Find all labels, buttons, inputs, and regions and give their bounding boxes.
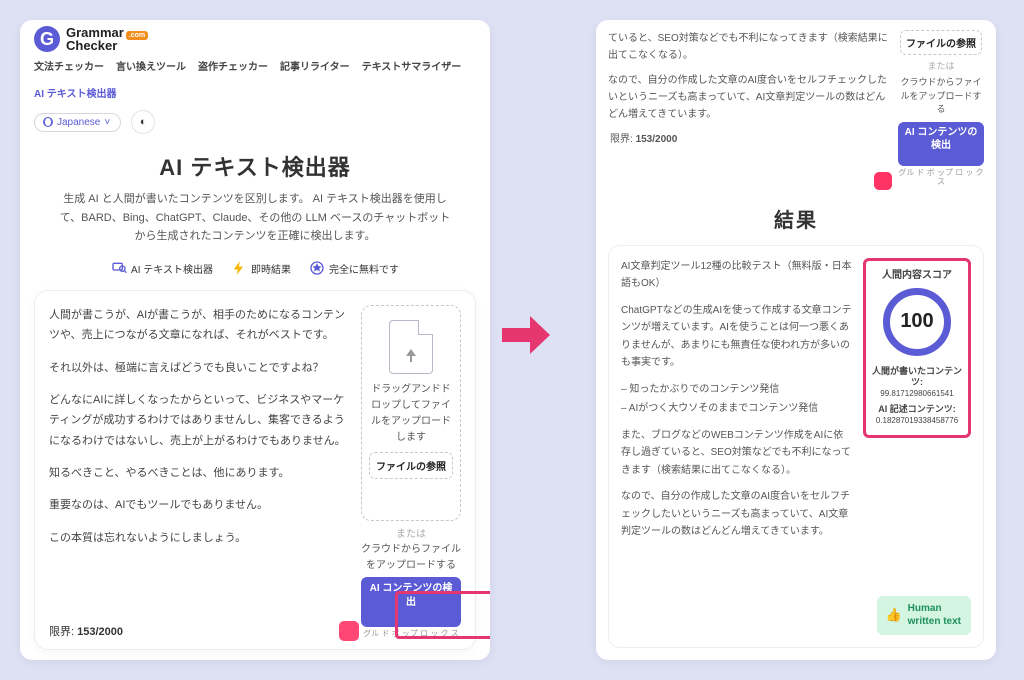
top-panel-continued: ていると、SEO対策などでも不利になってきます（検索結果に出てこなくなる）。 な…	[596, 20, 996, 192]
features: AI テキスト検出器 即時結果 完全に無料です	[20, 250, 490, 282]
detect-button[interactable]: AI コンテンツの検出	[898, 122, 984, 166]
nav-item[interactable]: 文法チェッカー	[34, 58, 104, 73]
or-label: または	[396, 525, 426, 540]
logo-icon: G	[34, 26, 60, 52]
feature-item: AI テキスト検出器	[111, 260, 213, 276]
language-label: Japanese	[57, 117, 100, 128]
upload-column: ファイルの参照 または クラウドからファイルをアップロードする AI コンテンツ…	[898, 30, 984, 187]
text-input-area[interactable]: 人間が書こうが、AIが書こうが、相手のためになるコンテンツや、売上につながる文章…	[49, 305, 349, 639]
nav-item[interactable]: 言い換えツール	[116, 58, 186, 73]
logo-text: Grammar.com Checker	[66, 26, 148, 52]
hero: AI テキスト検出器 生成 AI と人間が書いたコンテンツを区別します。 AI …	[20, 140, 490, 250]
language-select[interactable]: Japanese ˅	[34, 113, 121, 132]
chevron-down-icon: ˅	[104, 117, 110, 128]
cloud-upload-label: クラウドからファイルをアップロードする	[898, 76, 984, 117]
thumbs-up-icon: 👍	[885, 607, 901, 623]
score-title: 人間内容スコア	[882, 269, 952, 282]
cloud-icons: グル ド ボ ップ ロ ッ ク ス	[898, 168, 984, 187]
results-text: AI文章判定ツール12種の比較テスト（無料版・日本語もOK） ChatGPTなど…	[621, 258, 853, 635]
nav-item[interactable]: テキストサマライザー	[362, 58, 462, 73]
globe-icon	[43, 117, 53, 127]
char-limit: 限界: 153/2000	[49, 623, 123, 639]
arrow-icon	[500, 312, 552, 361]
browse-button[interactable]: ファイルの参照	[369, 452, 453, 479]
screenshot-after: ていると、SEO対策などでも不利になってきます（検索結果に出てこなくなる）。 な…	[596, 20, 996, 660]
score-card: 人間内容スコア 100 人間が書いたコンテンツ: 99.817129806615…	[863, 258, 971, 438]
text-input-area[interactable]: ていると、SEO対策などでも不利になってきます（検索結果に出てこなくなる）。 な…	[608, 30, 890, 187]
ai-score-label: AI 記述コンテンツ:	[878, 404, 956, 416]
logo-bar: G Grammar.com Checker	[20, 20, 490, 52]
feature-item: 即時結果	[231, 260, 291, 276]
lang-row: Japanese ˅ ◐	[20, 106, 490, 140]
clear-button[interactable]	[874, 172, 892, 190]
results-heading: 結果	[596, 192, 996, 241]
top-nav: 文法チェッカー 言い換えツール 盗作チェッカー 記事リライター テキストサマライ…	[20, 52, 490, 106]
bolt-icon	[231, 260, 247, 276]
ai-score-value: 0.18287019338458776	[876, 416, 958, 425]
nav-item-active[interactable]: AI テキスト検出器	[34, 85, 116, 100]
feature-item: 完全に無料です	[309, 260, 399, 276]
cloud-icons: グル ド ボ ップ ロ ッ ク ス	[363, 629, 459, 639]
detect-button[interactable]: AI コンテンツの検出	[361, 577, 461, 627]
screenshot-before: G Grammar.com Checker 文法チェッカー 言い換えツール 盗作…	[20, 20, 490, 660]
clear-button[interactable]	[339, 621, 359, 641]
page-desc: 生成 AI と人間が書いたコンテンツを区別します。 AI テキスト検出器を使用し…	[56, 190, 454, 246]
upload-column: ドラッグアンドドロップしてファイルをアップロードします ファイルの参照 または …	[361, 305, 461, 639]
dropzone[interactable]: ドラッグアンドドロップしてファイルをアップロードします ファイルの参照	[361, 305, 461, 521]
or-label: または	[927, 59, 954, 72]
nav-item[interactable]: 盗作チェッカー	[198, 58, 268, 73]
char-limit: 限界: 153/2000	[608, 131, 890, 148]
dark-mode-toggle[interactable]: ◐	[131, 110, 155, 134]
human-score-label: 人間が書いたコンテンツ:	[870, 366, 964, 389]
score-value: 100	[900, 310, 933, 333]
page-title: AI テキスト検出器	[56, 150, 454, 182]
search-icon	[111, 260, 127, 276]
human-score-value: 99.81712980661541	[880, 389, 953, 398]
score-ring: 100	[883, 288, 951, 356]
star-icon	[309, 260, 325, 276]
browse-button[interactable]: ファイルの参照	[900, 30, 982, 55]
result-badge: 👍 Humanwritten text	[877, 596, 971, 635]
input-panel: 人間が書こうが、AIが書こうが、相手のためになるコンテンツや、売上につながる文章…	[34, 290, 476, 650]
file-upload-icon	[389, 320, 433, 374]
nav-item[interactable]: 記事リライター	[280, 58, 350, 73]
logo-badge: .com	[126, 31, 148, 40]
results-panel: AI文章判定ツール12種の比較テスト（無料版・日本語もOK） ChatGPTなど…	[608, 245, 984, 648]
drop-text: ドラッグアンドドロップしてファイルをアップロードします	[368, 382, 454, 446]
cloud-upload-label: クラウドからファイルをアップロードする	[361, 542, 461, 573]
